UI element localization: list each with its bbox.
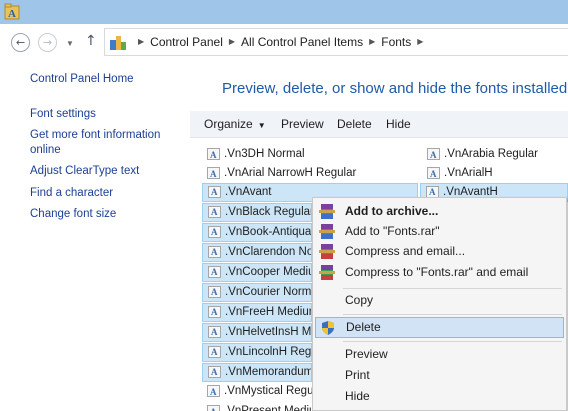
menu-separator (343, 288, 562, 289)
menu-add-to-fonts-rar[interactable]: Add to "Fonts.rar" (315, 221, 564, 242)
sidebar-font-settings[interactable]: Font settings (30, 107, 180, 122)
chevron-right-icon[interactable]: ▶ (369, 29, 375, 55)
font-item[interactable]: .VnLincolnH Regu (202, 343, 312, 362)
font-item[interactable]: .VnCooper Mediu (202, 263, 312, 282)
font-file-icon (208, 364, 221, 381)
font-file-icon (208, 324, 221, 341)
breadcrumb: ▶ Control Panel ▶ All Control Panel Item… (132, 29, 429, 55)
font-file-icon (207, 403, 220, 411)
menu-hide[interactable]: Hide (315, 386, 564, 407)
sidebar-adjust-cleartype[interactable]: Adjust ClearType text (30, 164, 180, 179)
font-file-icon (208, 344, 221, 361)
organize-label: Organize (204, 117, 253, 131)
font-file-icon (427, 165, 440, 183)
recent-locations-dropdown[interactable]: ▼ (66, 39, 74, 48)
sidebar-control-panel-home[interactable]: Control Panel Home (30, 72, 180, 87)
breadcrumb-control-panel[interactable]: Control Panel (150, 29, 223, 55)
font-item[interactable]: .Vn3DH Normal (202, 145, 414, 164)
font-item[interactable]: .VnBlack Regular (202, 203, 312, 222)
font-file-icon (208, 244, 221, 261)
font-file-icon (207, 383, 220, 401)
font-item[interactable]: .VnClarendon No (202, 243, 312, 262)
font-file-icon (208, 224, 221, 241)
font-item[interactable]: .VnCourier Norma (202, 283, 312, 302)
address-bar[interactable]: ▶ Control Panel ▶ All Control Panel Item… (104, 28, 568, 56)
font-item[interactable]: .VnHelvetInsH Me (202, 323, 312, 342)
font-file-icon (208, 184, 221, 201)
delete-button[interactable]: Delete (337, 111, 372, 137)
sidebar-find-character[interactable]: Find a character (30, 186, 180, 201)
menu-copy[interactable]: Copy (315, 290, 564, 311)
fonts-folder-icon: A (4, 3, 20, 20)
chevron-down-icon: ▼ (257, 121, 266, 130)
menu-separator (343, 314, 562, 315)
sidebar: Control Panel Home Font settings Get mor… (0, 60, 190, 411)
organize-menu[interactable]: Organize ▼ (204, 111, 266, 137)
font-item[interactable]: .VnArialH (422, 164, 568, 183)
winrar-icon (319, 204, 335, 219)
menu-delete[interactable]: Delete (315, 317, 564, 338)
uac-shield-icon (322, 321, 334, 335)
back-button[interactable]: ← (11, 33, 30, 52)
font-file-icon (207, 146, 220, 164)
forward-button[interactable]: → (38, 33, 57, 52)
chevron-right-icon[interactable]: ▶ (417, 29, 423, 55)
breadcrumb-all-items[interactable]: All Control Panel Items (241, 29, 363, 55)
font-item[interactable]: .VnPresent Medium (202, 402, 312, 411)
title-bar: A (0, 0, 568, 24)
control-panel-icon (110, 36, 126, 50)
menu-compress-to-fonts-rar-and-email[interactable]: Compress to "Fonts.rar" and email (315, 262, 564, 283)
breadcrumb-fonts[interactable]: Fonts (381, 29, 411, 55)
preview-button[interactable]: Preview (281, 111, 324, 137)
page-title: Preview, delete, or show and hide the fo… (222, 80, 568, 97)
chevron-right-icon[interactable]: ▶ (138, 29, 144, 55)
svg-text:A: A (8, 8, 16, 20)
font-file-icon (208, 264, 221, 281)
hide-button[interactable]: Hide (386, 111, 411, 137)
context-menu: Add to archive... Add to "Fonts.rar" Com… (312, 197, 567, 411)
navigation-bar: ← → ▼ ↑ ▶ Control Panel ▶ All Control Pa… (0, 24, 568, 60)
font-item[interactable]: .VnArabia Regular (422, 145, 568, 164)
font-file-icon (208, 284, 221, 301)
up-button[interactable]: ↑ (85, 33, 97, 49)
font-item[interactable]: .VnArial NarrowH Regular (202, 164, 414, 183)
font-item[interactable]: .VnMystical Regul (202, 382, 312, 401)
menu-separator (343, 341, 562, 342)
menu-print[interactable]: Print (315, 365, 564, 386)
command-bar: Organize ▼ Preview Delete Hide (190, 111, 568, 138)
font-item[interactable]: .VnBook-Antiqua (202, 223, 312, 242)
winrar-icon (319, 265, 335, 280)
sidebar-get-more-font-info[interactable]: Get more font information online (30, 128, 170, 158)
sidebar-change-font-size[interactable]: Change font size (30, 207, 180, 222)
font-file-icon (207, 165, 220, 183)
menu-preview[interactable]: Preview (315, 344, 564, 365)
font-file-icon (208, 204, 221, 221)
winrar-icon (319, 224, 335, 239)
chevron-right-icon[interactable]: ▶ (229, 29, 235, 55)
font-file-icon (427, 146, 440, 164)
winrar-icon (319, 244, 335, 259)
font-item[interactable]: .VnFreeH Medium (202, 303, 312, 322)
menu-compress-and-email[interactable]: Compress and email... (315, 241, 564, 262)
menu-add-to-archive[interactable]: Add to archive... (315, 201, 564, 222)
font-item[interactable]: .VnMemorandum (202, 363, 312, 382)
font-file-icon (208, 304, 221, 321)
